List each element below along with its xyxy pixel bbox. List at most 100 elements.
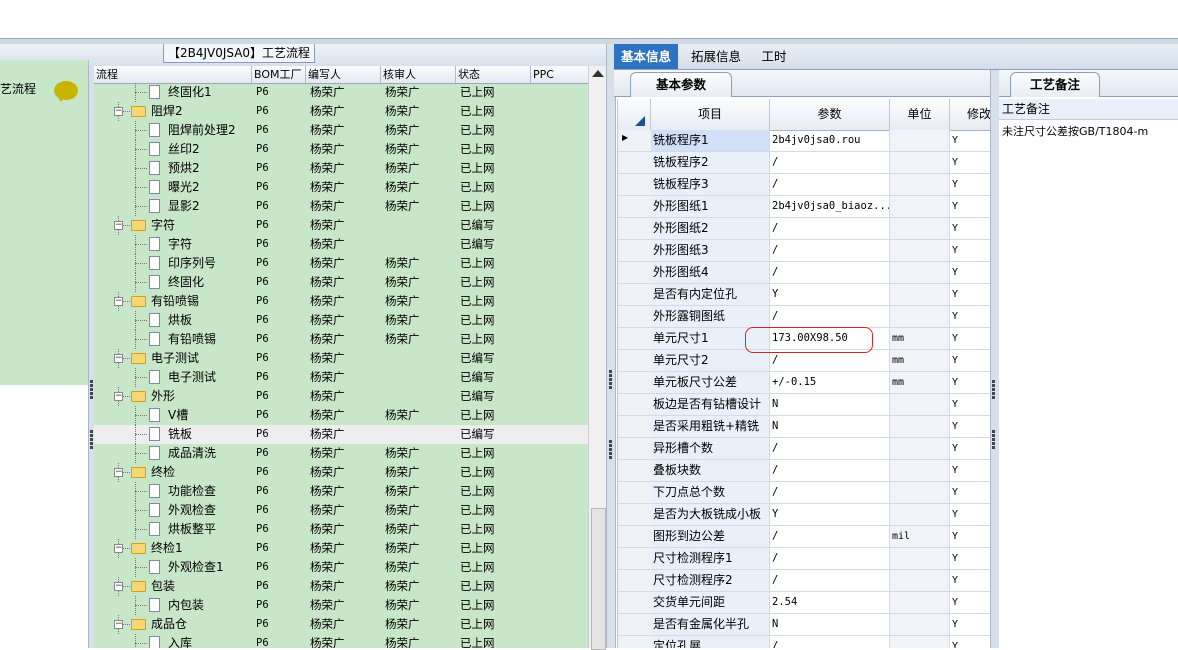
scroll-up-arrow-icon[interactable] bbox=[592, 70, 604, 77]
param-row[interactable]: 交货单元间距 2.54 Y bbox=[618, 592, 991, 614]
param-modify-cell[interactable]: Y bbox=[950, 152, 991, 173]
param-modify-cell[interactable]: Y bbox=[950, 592, 991, 613]
tree-row[interactable]: − 阻焊2 P6 杨荣广 杨荣广 已上网 bbox=[94, 102, 588, 121]
tree-row[interactable]: 曝光2 P6 杨荣广 杨荣广 已上网 bbox=[94, 178, 588, 197]
tree-row[interactable]: 铣板 P6 杨荣广 已编写 bbox=[94, 425, 588, 444]
param-row[interactable]: 尺寸检测程序1/ Y bbox=[618, 548, 991, 570]
param-modify-cell[interactable]: Y bbox=[950, 548, 991, 569]
param-modify-cell[interactable]: Y bbox=[950, 438, 991, 459]
col-header-writer[interactable]: 编写人 bbox=[306, 66, 381, 83]
middle-splitter[interactable] bbox=[606, 44, 616, 648]
tab-process-notes[interactable]: 工艺备注 bbox=[1010, 72, 1100, 97]
row-header[interactable] bbox=[618, 196, 652, 217]
param-modify-cell[interactable]: Y bbox=[950, 196, 991, 217]
col-header-ppc[interactable]: PPC bbox=[531, 66, 588, 83]
param-value-cell[interactable]: Y bbox=[770, 284, 890, 305]
collapse-toggle-icon[interactable]: − bbox=[114, 221, 123, 230]
tree-row[interactable]: − 有铅喷锡 P6 杨荣广 杨荣广 已上网 bbox=[94, 292, 588, 311]
param-row[interactable]: 是否采用粗铣+精铣 N Y bbox=[618, 416, 991, 438]
col-header-status[interactable]: 状态 bbox=[456, 66, 531, 83]
tree-row[interactable]: 阻焊前处理2 P6 杨荣广 杨荣广 已上网 bbox=[94, 121, 588, 140]
collapse-toggle-icon[interactable]: − bbox=[114, 544, 123, 553]
param-modify-cell[interactable]: Y bbox=[950, 372, 991, 393]
row-header[interactable] bbox=[618, 152, 652, 173]
row-header[interactable] bbox=[618, 570, 652, 591]
param-col-item[interactable]: 项目 bbox=[651, 99, 770, 130]
param-modify-cell[interactable]: Y bbox=[950, 240, 991, 261]
param-unit-cell[interactable] bbox=[890, 306, 950, 327]
comment-bubble-icon[interactable] bbox=[54, 81, 78, 102]
tree-row[interactable]: 预烘2 P6 杨荣广 杨荣广 已上网 bbox=[94, 159, 588, 178]
row-header[interactable] bbox=[618, 350, 652, 371]
tree-row[interactable]: 显影2 P6 杨荣广 杨荣广 已上网 bbox=[94, 197, 588, 216]
param-unit-cell[interactable] bbox=[890, 482, 950, 503]
param-unit-cell[interactable] bbox=[890, 636, 950, 648]
left-panel-title[interactable]: 艺流程 bbox=[0, 80, 36, 97]
param-row[interactable]: 叠板块数 / Y bbox=[618, 460, 991, 482]
param-modify-cell[interactable]: Y bbox=[950, 504, 991, 525]
param-modify-cell[interactable]: Y bbox=[950, 394, 991, 415]
param-value-cell[interactable]: / bbox=[770, 350, 890, 371]
param-modify-cell[interactable]: Y bbox=[950, 614, 991, 635]
grid-scrollbar[interactable] bbox=[588, 66, 607, 650]
param-value-cell[interactable]: 2.54 bbox=[770, 592, 890, 613]
param-row[interactable]: 外形露铜图纸 / Y bbox=[618, 306, 991, 328]
param-unit-cell[interactable] bbox=[890, 416, 950, 437]
param-modify-cell[interactable]: Y bbox=[950, 526, 991, 547]
param-modify-cell[interactable]: Y bbox=[950, 460, 991, 481]
tree-row[interactable]: − 包装 P6 杨荣广 杨荣广 已上网 bbox=[94, 577, 588, 596]
param-value-cell[interactable]: / bbox=[770, 526, 890, 547]
param-unit-cell[interactable] bbox=[890, 460, 950, 481]
param-row[interactable]: 单元尺寸2/mm Y bbox=[618, 350, 991, 372]
param-row[interactable]: 外形图纸3/ Y bbox=[618, 240, 991, 262]
collapse-toggle-icon[interactable]: − bbox=[114, 468, 123, 477]
row-header[interactable] bbox=[618, 548, 652, 569]
row-header[interactable] bbox=[618, 174, 652, 195]
param-modify-cell[interactable]: Y bbox=[950, 174, 991, 195]
param-col-value[interactable]: 参数 bbox=[770, 99, 890, 130]
param-row[interactable]: 尺寸检测程序2/ Y bbox=[618, 570, 991, 592]
param-row[interactable]: 铣板程序12b4jv0jsa0.rou Y bbox=[618, 130, 991, 152]
row-header[interactable] bbox=[618, 416, 652, 437]
param-value-cell[interactable]: / bbox=[770, 438, 890, 459]
scroll-thumb[interactable] bbox=[591, 508, 606, 650]
param-unit-cell[interactable]: mm bbox=[890, 372, 950, 393]
param-value-cell[interactable]: N bbox=[770, 614, 890, 635]
collapse-toggle-icon[interactable]: − bbox=[114, 620, 123, 629]
param-unit-cell[interactable] bbox=[890, 152, 950, 173]
param-value-cell[interactable]: N bbox=[770, 416, 890, 437]
param-modify-cell[interactable]: Y bbox=[950, 482, 991, 503]
param-unit-cell[interactable] bbox=[890, 240, 950, 261]
param-value-cell[interactable]: / bbox=[770, 306, 890, 327]
tree-row[interactable]: 终固化1 P6 杨荣广 杨荣广 已上网 bbox=[94, 83, 588, 102]
param-unit-cell[interactable] bbox=[890, 548, 950, 569]
param-row[interactable]: 是否为大板铣成小板 Y Y bbox=[618, 504, 991, 526]
param-row[interactable]: 外形图纸2/ Y bbox=[618, 218, 991, 240]
notes-text[interactable]: 未注尺寸公差按GB/T1804-m bbox=[1002, 123, 1148, 139]
collapse-toggle-icon[interactable]: − bbox=[114, 392, 123, 401]
tree-row[interactable]: 终固化 P6 杨荣广 杨荣广 已上网 bbox=[94, 273, 588, 292]
tree-row[interactable]: 外观检查 P6 杨荣广 杨荣广 已上网 bbox=[94, 501, 588, 520]
row-header[interactable] bbox=[618, 504, 652, 525]
param-value-cell[interactable]: / bbox=[770, 174, 890, 195]
param-value-cell[interactable]: / bbox=[770, 636, 890, 648]
param-row[interactable]: 下刀点总个数 / Y bbox=[618, 482, 991, 504]
row-header[interactable] bbox=[618, 526, 652, 547]
param-col-unit[interactable]: 单位 bbox=[890, 99, 950, 130]
param-value-cell[interactable]: / bbox=[770, 548, 890, 569]
collapse-toggle-icon[interactable]: − bbox=[114, 107, 123, 116]
param-unit-cell[interactable] bbox=[890, 614, 950, 635]
row-header[interactable] bbox=[618, 306, 652, 327]
param-unit-cell[interactable] bbox=[890, 218, 950, 239]
param-unit-cell[interactable] bbox=[890, 592, 950, 613]
param-row[interactable]: 定位孔展 / Y bbox=[618, 636, 991, 648]
param-row[interactable]: 外形图纸1 2b4jv0jsa0_biaoz... Y bbox=[618, 196, 991, 218]
param-value-cell[interactable]: 2b4jv0jsa0_biaoz... bbox=[770, 196, 890, 217]
tree-row[interactable]: − 终检1 P6 杨荣广 杨荣广 已上网 bbox=[94, 539, 588, 558]
param-unit-cell[interactable]: mil bbox=[890, 526, 950, 547]
param-value-cell[interactable]: N bbox=[770, 394, 890, 415]
param-row[interactable]: 是否有金属化半孔 N Y bbox=[618, 614, 991, 636]
param-modify-cell[interactable]: Y bbox=[950, 416, 991, 437]
param-value-cell[interactable]: / bbox=[770, 218, 890, 239]
col-header-auditor[interactable]: 核审人 bbox=[381, 66, 456, 83]
